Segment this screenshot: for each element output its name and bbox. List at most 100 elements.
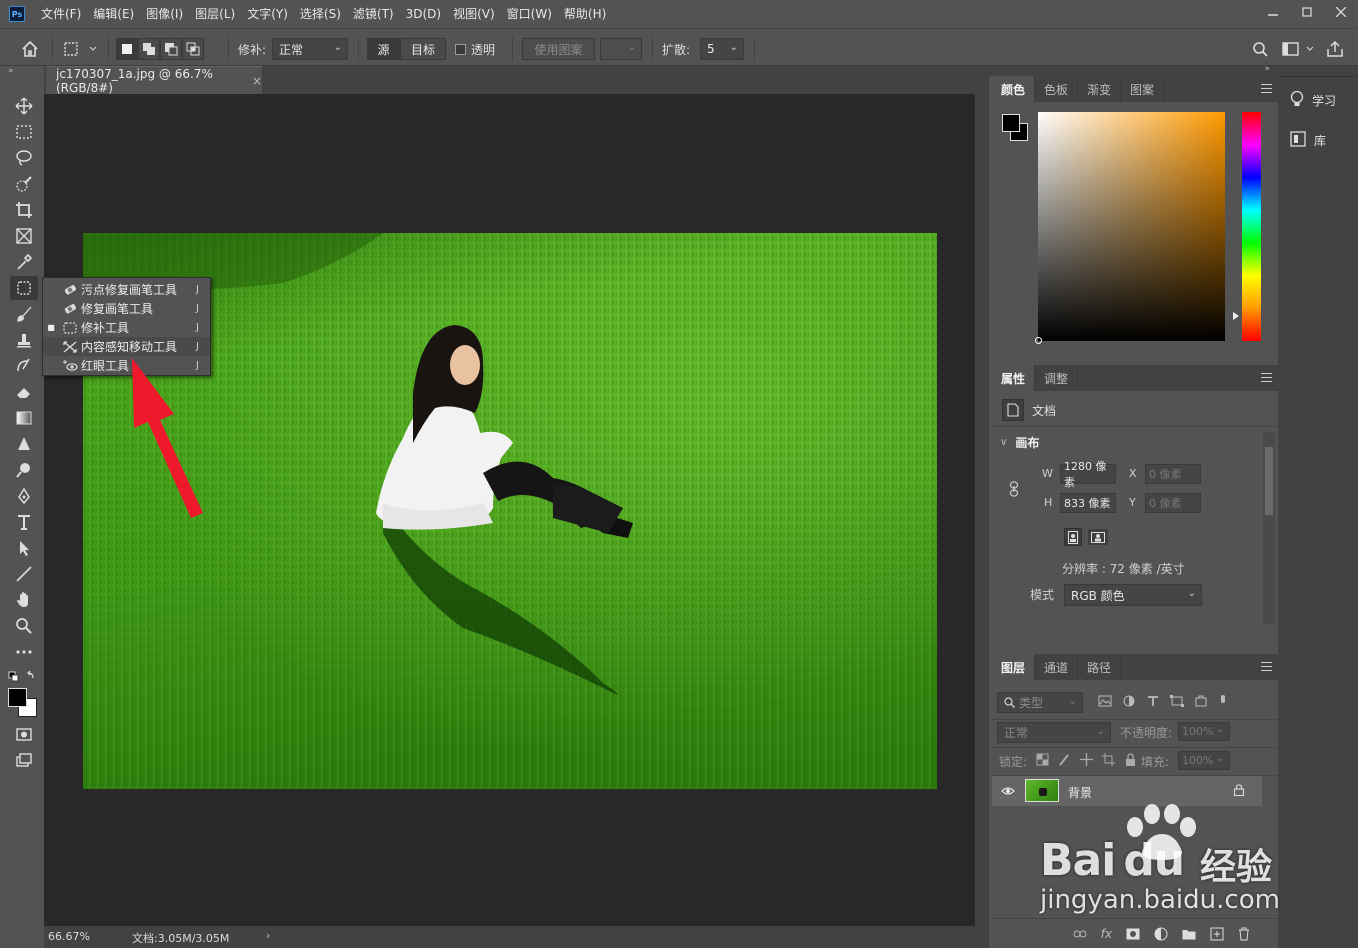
menu-window[interactable]: 窗口(W) (501, 0, 558, 28)
x-field[interactable]: 0 像素 (1145, 464, 1201, 484)
layer-filter-dropdown[interactable]: 类型 ⌄ (997, 692, 1083, 713)
tab-adjustments[interactable]: 调整 (1035, 365, 1079, 391)
canvas-image[interactable] (83, 233, 937, 789)
dodge-tool-icon[interactable] (10, 458, 38, 482)
eraser-icon[interactable] (10, 380, 38, 404)
type-tool-icon[interactable] (10, 510, 38, 534)
landscape-orientation-icon[interactable] (1087, 528, 1109, 546)
lock-transparent-icon[interactable] (1036, 753, 1049, 766)
tab-properties[interactable]: 属性 (992, 365, 1036, 391)
link-layers-icon[interactable] (1073, 929, 1087, 939)
canvas-section-header[interactable]: ∨ 画布 (1000, 434, 1039, 451)
zoom-level[interactable]: 66.67% (48, 930, 90, 943)
menu-select[interactable]: 选择(S) (294, 0, 347, 28)
width-field[interactable]: 1280 像素 (1060, 460, 1116, 489)
hue-slider-handle[interactable] (1233, 312, 1239, 320)
diffuse-dropdown[interactable]: 5 ⌄ (700, 38, 744, 60)
patch-mode-dropdown[interactable]: 正常 ⌄ (272, 38, 348, 60)
workspace-icon[interactable] (1282, 38, 1318, 60)
history-brush-icon[interactable] (10, 354, 38, 378)
menu-help[interactable]: 帮助(H) (558, 0, 612, 28)
new-layer-icon[interactable] (1210, 927, 1224, 941)
quick-mask-icon[interactable] (10, 722, 38, 746)
filter-toggle-icon[interactable] (1218, 695, 1228, 709)
menu-layer[interactable]: 图层(L) (189, 0, 241, 28)
lock-artboard-icon[interactable] (1102, 753, 1115, 766)
gradient-icon[interactable] (10, 406, 38, 430)
hue-slider[interactable] (1242, 112, 1261, 341)
subtract-selection-icon[interactable] (160, 38, 182, 60)
marquee-tool-icon[interactable] (10, 120, 38, 144)
minimize-icon[interactable] (1256, 0, 1290, 24)
collapse-icon[interactable]: » (8, 66, 14, 76)
default-colors-icon[interactable] (8, 670, 36, 687)
height-field[interactable]: 833 像素 (1060, 493, 1116, 513)
target-button[interactable]: 目标 (400, 38, 446, 60)
flyout-item-healing-brush[interactable]: 修复画笔工具 J (43, 299, 210, 318)
search-icon[interactable] (1252, 38, 1268, 60)
clone-stamp-icon[interactable] (10, 328, 38, 352)
color-mode-dropdown[interactable]: RGB 颜色 ⌄ (1064, 584, 1202, 606)
move-tool-icon[interactable] (10, 94, 38, 118)
lock-position-icon[interactable] (1080, 753, 1093, 766)
frame-tool-icon[interactable] (10, 224, 38, 248)
menu-filter[interactable]: 滤镜(T) (347, 0, 400, 28)
menu-image[interactable]: 图像(I) (140, 0, 189, 28)
flyout-item-spot-healing[interactable]: 污点修复画笔工具 J (43, 280, 210, 299)
lasso-tool-icon[interactable] (10, 146, 38, 170)
vertical-scrollbar[interactable] (975, 94, 989, 926)
scroll-thumb[interactable] (1265, 447, 1273, 515)
transparent-checkbox[interactable] (455, 43, 466, 55)
path-selection-icon[interactable] (10, 536, 38, 560)
fill-field[interactable]: 100% ⌄ (1178, 751, 1230, 770)
eyedropper-icon[interactable] (10, 250, 38, 274)
layer-mask-icon[interactable] (1126, 928, 1140, 940)
zoom-tool-icon[interactable] (10, 614, 38, 638)
libraries-panel-button[interactable]: 库 (1282, 122, 1354, 158)
type-filter-icon[interactable] (1146, 695, 1160, 707)
opacity-field[interactable]: 100% ⌄ (1178, 722, 1230, 741)
menu-edit[interactable]: 编辑(E) (87, 0, 140, 28)
pattern-picker[interactable]: ⌄ (600, 38, 642, 60)
panel-menu-icon[interactable] (1261, 84, 1272, 93)
fx-icon[interactable]: fx (1101, 927, 1112, 941)
pen-tool-icon[interactable] (10, 484, 38, 508)
add-selection-icon[interactable] (138, 38, 160, 60)
tab-channels[interactable]: 通道 (1035, 654, 1079, 680)
adjustment-filter-icon[interactable] (1122, 695, 1136, 707)
link-dimensions-icon[interactable] (1009, 481, 1019, 500)
flyout-item-patch[interactable]: ■ 修补工具 J (43, 318, 210, 337)
brush-tool-icon[interactable] (10, 302, 38, 326)
chevron-right-icon[interactable]: › (266, 929, 270, 942)
new-group-icon[interactable] (1182, 928, 1196, 940)
collapse-icon[interactable]: » (1264, 64, 1270, 74)
portrait-orientation-icon[interactable] (1064, 528, 1082, 546)
tab-gradients[interactable]: 渐变 (1078, 76, 1122, 102)
menu-3d[interactable]: 3D(D) (400, 0, 447, 28)
tab-patterns[interactable]: 图案 (1121, 76, 1165, 102)
menu-type[interactable]: 文字(Y) (241, 0, 294, 28)
patch-tool-icon[interactable] (10, 276, 38, 300)
pixel-filter-icon[interactable] (1098, 695, 1112, 707)
tab-swatches[interactable]: 色板 (1035, 76, 1079, 102)
crop-tool-icon[interactable] (10, 198, 38, 222)
tab-paths[interactable]: 路径 (1078, 654, 1122, 680)
y-field[interactable]: 0 像素 (1145, 493, 1201, 513)
color-field[interactable] (1035, 112, 1225, 344)
tool-preset-picker[interactable] (62, 38, 100, 60)
blur-tool-icon[interactable] (10, 432, 38, 456)
quick-selection-icon[interactable] (10, 172, 38, 196)
restore-icon[interactable] (1290, 0, 1324, 24)
home-icon[interactable] (20, 38, 40, 60)
delete-layer-icon[interactable] (1238, 927, 1250, 941)
use-pattern-button[interactable]: 使用图案 (522, 38, 595, 60)
panel-menu-icon[interactable] (1261, 373, 1272, 382)
close-icon[interactable] (1324, 0, 1358, 24)
more-tools-icon[interactable] (10, 640, 38, 664)
lock-all-icon[interactable] (1124, 753, 1137, 766)
blend-mode-dropdown[interactable]: 正常 ⌄ (997, 722, 1111, 743)
properties-scrollbar[interactable] (1263, 432, 1275, 624)
screen-mode-icon[interactable] (10, 748, 38, 772)
line-tool-icon[interactable] (10, 562, 38, 586)
source-button[interactable]: 源 (367, 38, 400, 60)
